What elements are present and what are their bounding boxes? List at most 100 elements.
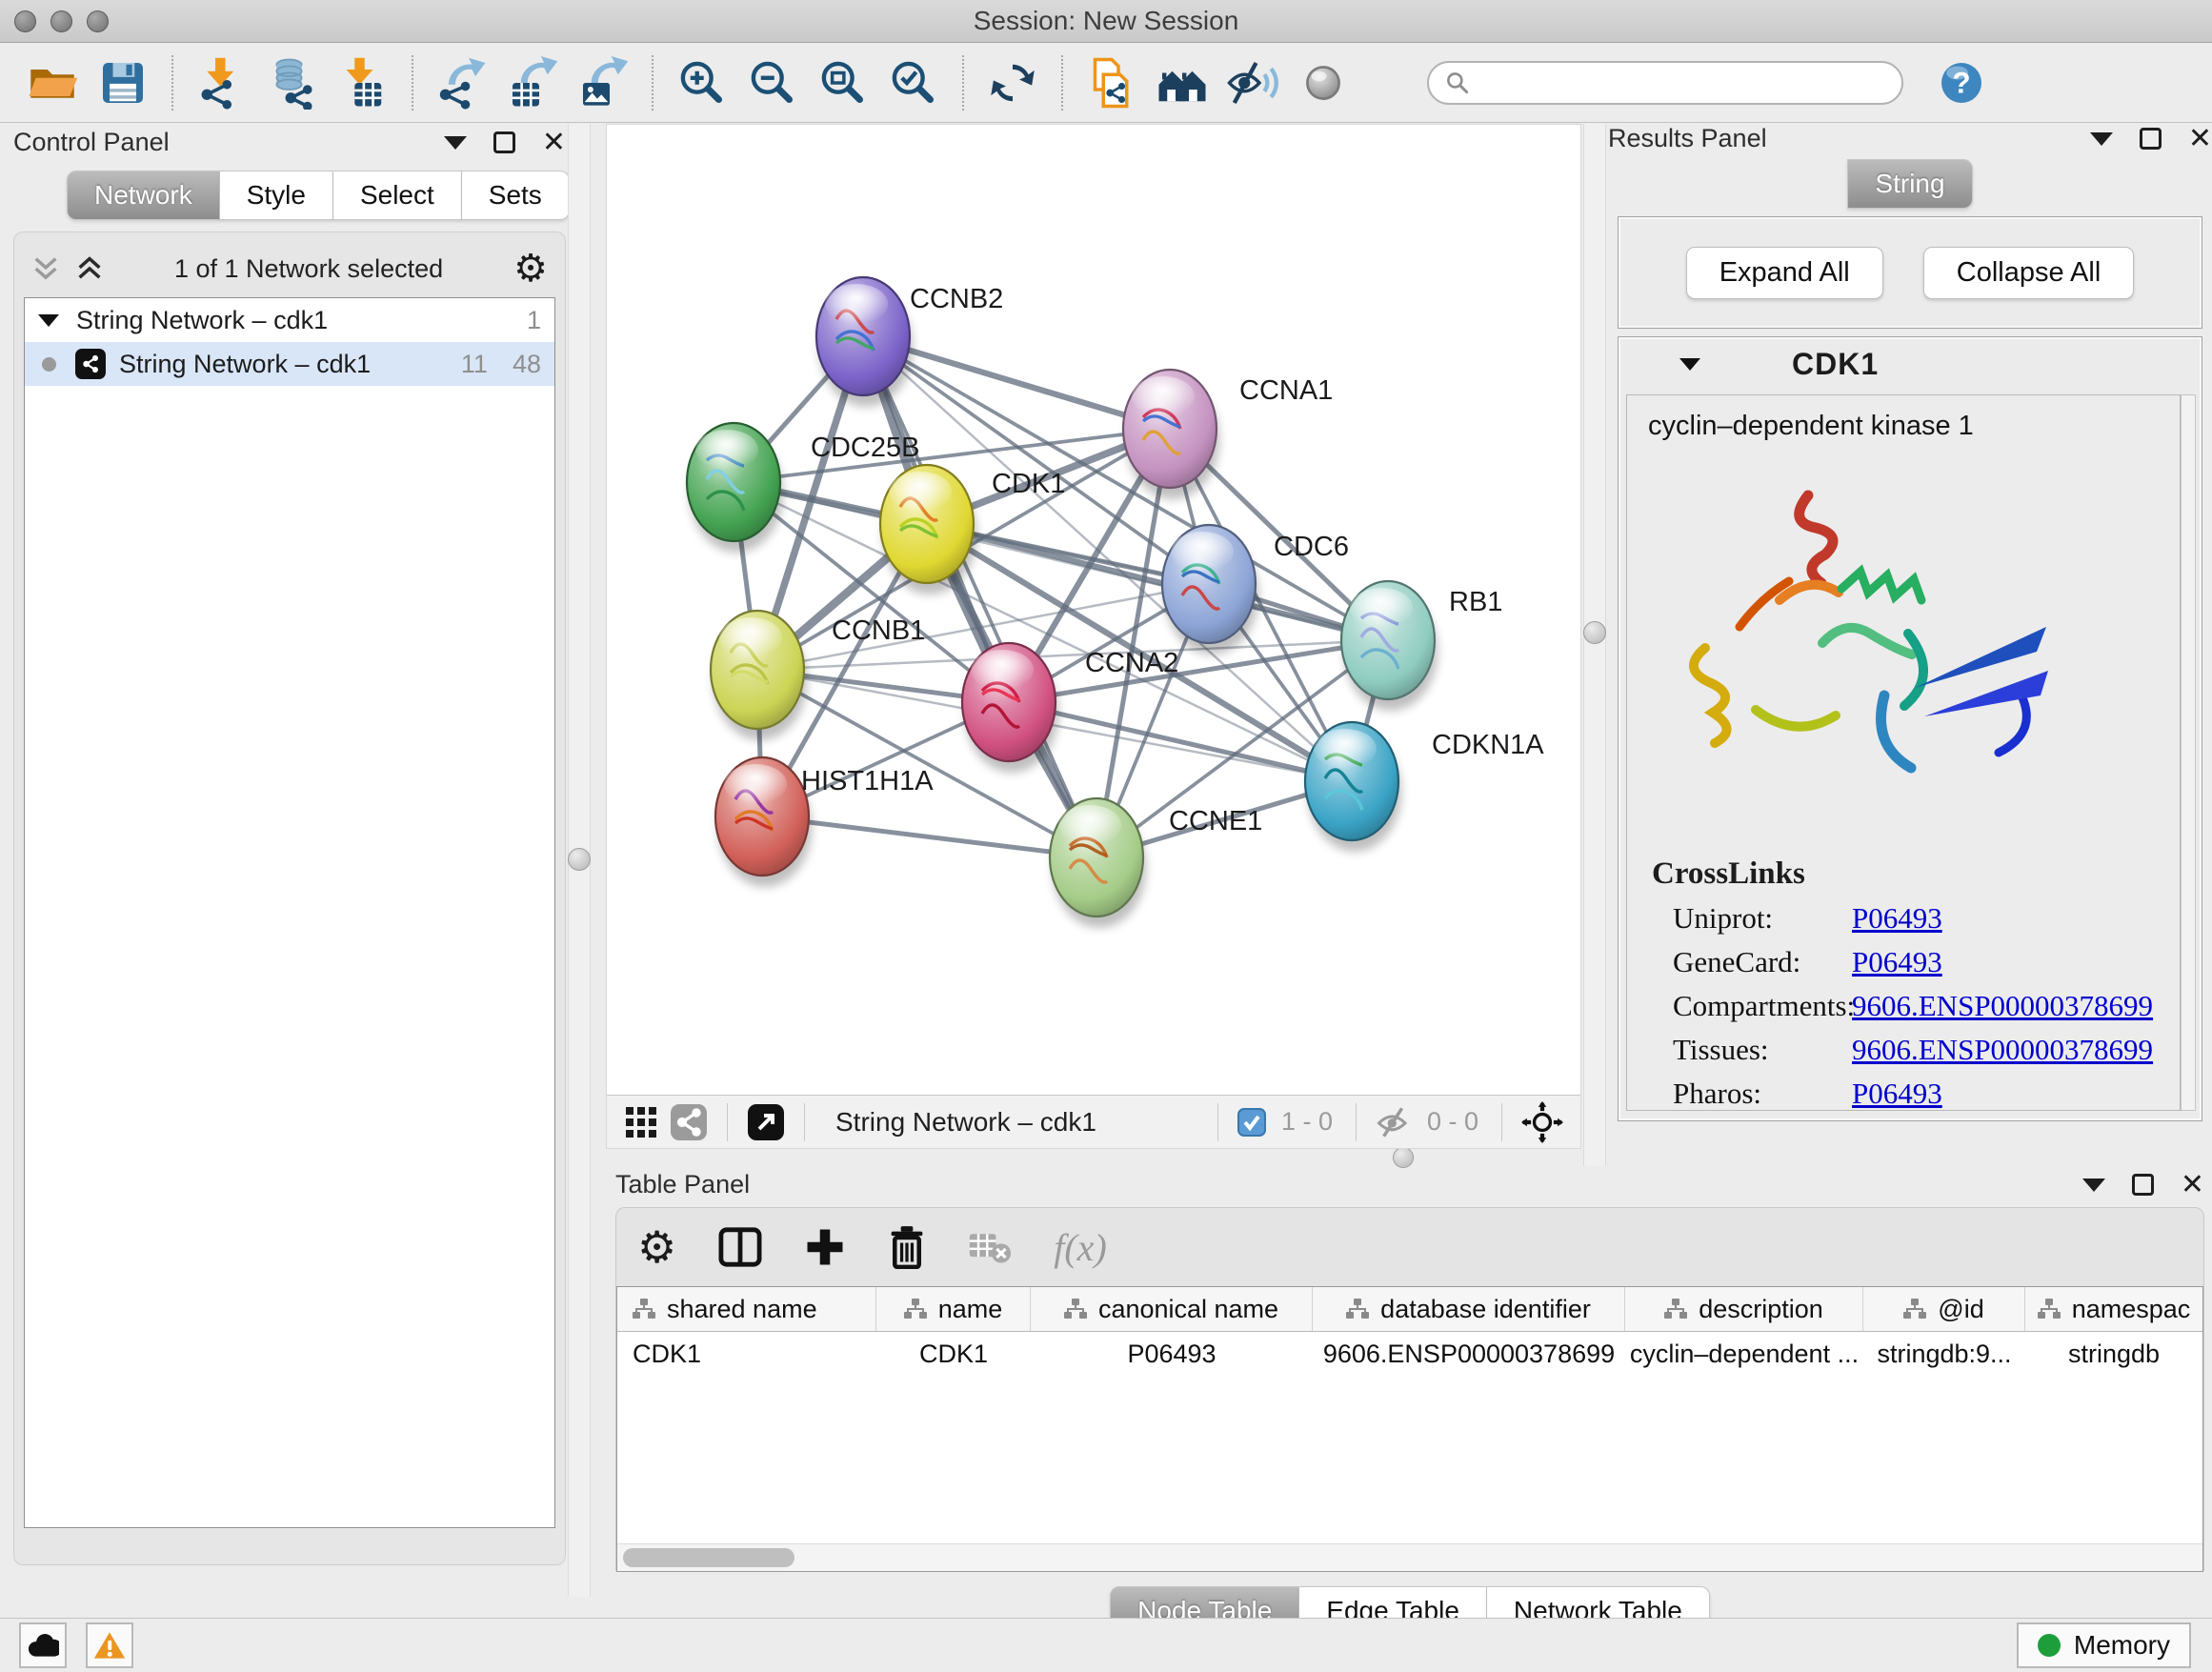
column-header-description[interactable]: description bbox=[1625, 1287, 1863, 1331]
delete-column-icon[interactable] bbox=[888, 1225, 926, 1269]
first-neighbors-button[interactable] bbox=[1147, 50, 1217, 116]
help-button[interactable]: ? bbox=[1926, 50, 1997, 116]
collapse-all-icon[interactable] bbox=[31, 254, 60, 283]
gene-section-header[interactable]: CDK1 bbox=[1619, 337, 2202, 391]
open-session-button[interactable] bbox=[17, 50, 88, 116]
section-collapse-caret-icon[interactable] bbox=[1679, 358, 1700, 371]
show-columns-icon[interactable] bbox=[718, 1226, 762, 1268]
network-options-gear-icon[interactable]: ⚙ bbox=[513, 250, 548, 288]
crosslink-link[interactable]: 9606.ENSP00000378699 bbox=[1852, 989, 2153, 1023]
column-header-shared-name[interactable]: shared name bbox=[617, 1287, 876, 1331]
search-input[interactable] bbox=[1480, 67, 1886, 98]
crosslink-link[interactable]: 9606.ENSP00000378699 bbox=[1852, 1033, 2153, 1067]
export-image-button[interactable] bbox=[568, 50, 638, 116]
apply-layout-button[interactable] bbox=[977, 50, 1048, 116]
control-panel-tab-network[interactable]: Network bbox=[67, 171, 220, 220]
left-splitter[interactable] bbox=[568, 124, 591, 1597]
import-network-file-button[interactable] bbox=[187, 50, 257, 116]
import-table-button[interactable] bbox=[328, 50, 398, 116]
hidden-eye-icon[interactable] bbox=[1376, 1106, 1412, 1138]
crosshair-icon[interactable] bbox=[1521, 1101, 1563, 1143]
panel-float-icon[interactable] bbox=[493, 131, 515, 153]
horizontal-splitter-handle[interactable] bbox=[1393, 1147, 1414, 1168]
network-node-CDC6[interactable]: CDC6 bbox=[1162, 525, 1349, 655]
collapse-all-button[interactable]: Collapse All bbox=[1923, 247, 2135, 299]
memory-label: Memory bbox=[2074, 1630, 2170, 1661]
column-header-canonical-name[interactable]: canonical name bbox=[1031, 1287, 1313, 1331]
panel-menu-icon[interactable] bbox=[2082, 1178, 2105, 1192]
table-horizontal-scrollbar[interactable] bbox=[617, 1543, 2202, 1571]
network-node-CCNA1[interactable]: CCNA1 bbox=[1123, 370, 1333, 499]
crosslink-link[interactable]: P06493 bbox=[1852, 901, 1942, 936]
crosslink-link[interactable]: P06493 bbox=[1852, 1077, 1942, 1111]
table-options-gear-icon[interactable]: ⚙ bbox=[637, 1225, 676, 1269]
panel-float-icon[interactable] bbox=[2140, 128, 2162, 150]
column-header--id[interactable]: @id bbox=[1863, 1287, 2025, 1331]
warnings-button[interactable] bbox=[86, 1622, 133, 1668]
panel-menu-icon[interactable] bbox=[2090, 132, 2113, 146]
control-panel-tab-sets[interactable]: Sets bbox=[462, 171, 570, 220]
zoom-selected-button[interactable] bbox=[878, 50, 949, 116]
panel-float-icon[interactable] bbox=[2132, 1174, 2154, 1196]
crosslink-row: Compartments:9606.ENSP00000378699 bbox=[1673, 989, 2180, 1023]
table-cell[interactable]: 9606.ENSP00000378699 bbox=[1313, 1332, 1625, 1376]
network-collection-row[interactable]: String Network – cdk1 1 bbox=[25, 298, 554, 342]
zoom-fit-icon bbox=[816, 56, 870, 110]
column-header-namespac[interactable]: namespac bbox=[2025, 1287, 2202, 1331]
network-node-CCNA2[interactable]: CCNA2 bbox=[962, 643, 1178, 773]
network-badge-icon[interactable] bbox=[670, 1103, 708, 1141]
column-header-name[interactable]: name bbox=[876, 1287, 1031, 1331]
delete-table-icon[interactable] bbox=[968, 1230, 1012, 1264]
column-header-database-identifier[interactable]: database identifier bbox=[1313, 1287, 1625, 1331]
network-node-CCNB2[interactable]: CCNB2 bbox=[816, 277, 1003, 407]
table-cell[interactable]: cyclin–dependent ... bbox=[1625, 1332, 1863, 1376]
export-table-button[interactable] bbox=[497, 50, 568, 116]
detach-view-icon[interactable] bbox=[747, 1103, 785, 1141]
show-all-button[interactable] bbox=[1288, 50, 1358, 116]
table-cell[interactable]: CDK1 bbox=[876, 1332, 1031, 1376]
new-network-from-selection-button[interactable] bbox=[1076, 50, 1147, 116]
collection-count: 1 bbox=[527, 306, 541, 335]
table-row[interactable]: CDK1CDK1P064939606.ENSP00000378699cyclin… bbox=[617, 1332, 2202, 1376]
network-canvas[interactable]: CCNB2CCNA1CDC25BCDK1CDC6RB1CCNB1CCNA2CDK… bbox=[607, 125, 1580, 1095]
table-cell[interactable]: stringdb bbox=[2025, 1332, 2202, 1376]
cloud-status-button[interactable] bbox=[19, 1622, 67, 1668]
search-field[interactable] bbox=[1427, 61, 1903, 105]
results-scrollbar[interactable] bbox=[2181, 394, 2196, 1111]
network-node-RB1[interactable]: RB1 bbox=[1341, 581, 1502, 711]
table-cell[interactable]: stringdb:9... bbox=[1863, 1332, 2025, 1376]
panel-close-icon[interactable]: ✕ bbox=[2188, 125, 2212, 153]
selected-checkbox-icon[interactable] bbox=[1237, 1108, 1266, 1137]
left-splitter-handle[interactable] bbox=[568, 848, 591, 871]
save-session-button[interactable] bbox=[88, 50, 158, 116]
zoom-fit-button[interactable] bbox=[808, 50, 878, 116]
panel-close-icon[interactable]: ✕ bbox=[2181, 1171, 2204, 1199]
results-tab-string[interactable]: String bbox=[1847, 159, 1972, 209]
memory-button[interactable]: Memory bbox=[2017, 1622, 2191, 1668]
crosslink-link[interactable]: P06493 bbox=[1852, 945, 1942, 979]
network-node-CCNE1[interactable]: CCNE1 bbox=[1050, 798, 1262, 928]
add-column-icon[interactable] bbox=[804, 1226, 846, 1268]
collection-expand-caret-icon[interactable] bbox=[38, 314, 59, 327]
network-node-CDK1[interactable]: CDK1 bbox=[880, 465, 1065, 594]
table-cell[interactable]: P06493 bbox=[1031, 1332, 1313, 1376]
import-network-database-button[interactable] bbox=[257, 50, 328, 116]
control-panel-tab-select[interactable]: Select bbox=[333, 171, 462, 220]
expand-all-icon[interactable] bbox=[75, 254, 104, 283]
control-panel-tab-style[interactable]: Style bbox=[220, 171, 333, 220]
zoom-in-button[interactable] bbox=[667, 50, 737, 116]
network-row[interactable]: String Network – cdk1 11 48 bbox=[25, 342, 554, 386]
function-builder-icon[interactable]: f(x) bbox=[1054, 1225, 1107, 1270]
right-splitter[interactable] bbox=[1583, 124, 1606, 1166]
panel-close-icon[interactable]: ✕ bbox=[542, 129, 566, 157]
panel-menu-icon[interactable] bbox=[444, 136, 467, 150]
expand-all-button[interactable]: Expand All bbox=[1686, 247, 1883, 299]
right-splitter-handle[interactable] bbox=[1583, 621, 1606, 644]
hide-selection-button[interactable] bbox=[1217, 50, 1288, 116]
birds-eye-grid-icon[interactable] bbox=[624, 1105, 658, 1139]
export-network-button[interactable] bbox=[427, 50, 497, 116]
scrollbar-thumb[interactable] bbox=[623, 1548, 794, 1567]
network-node-CDKN1A[interactable]: CDKN1A bbox=[1305, 722, 1544, 852]
zoom-out-button[interactable] bbox=[737, 50, 808, 116]
table-cell[interactable]: CDK1 bbox=[617, 1332, 876, 1376]
